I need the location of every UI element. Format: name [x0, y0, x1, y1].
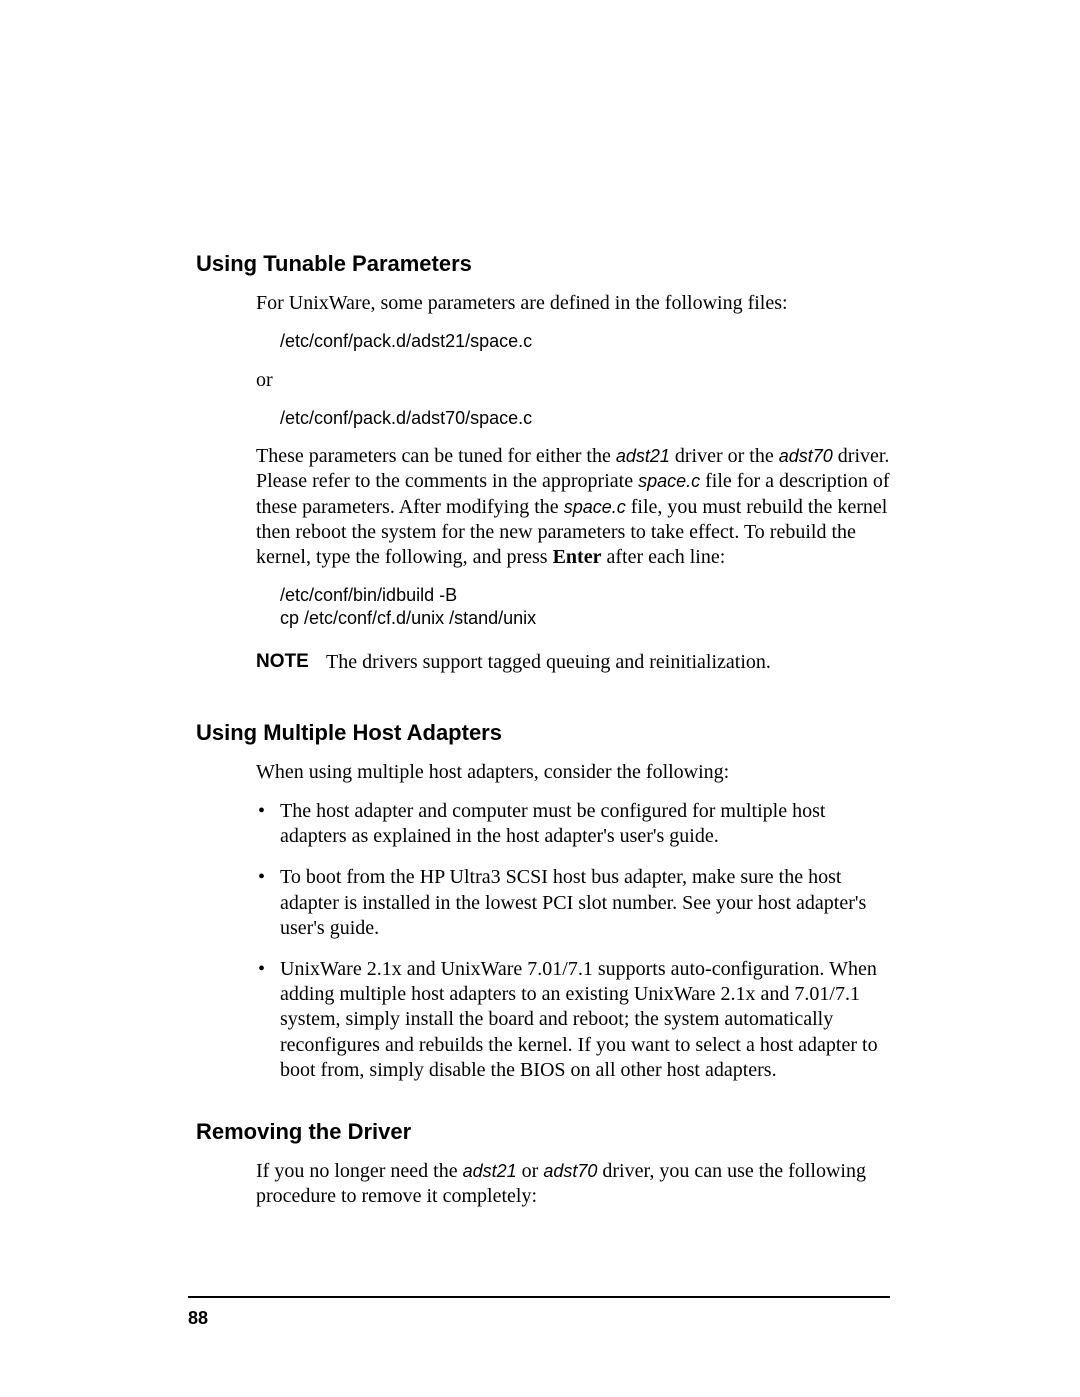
driver-name-adst70: adst70 [543, 1161, 597, 1181]
file-path-2: /etc/conf/pack.d/adst70/space.c [280, 407, 890, 430]
heading-multiple-host-adapters: Using Multiple Host Adapters [196, 720, 890, 746]
note-block: NOTE The drivers support tagged queuing … [256, 651, 890, 674]
or-text: or [256, 368, 890, 393]
driver-name-adst21: adst21 [616, 446, 670, 466]
text: or [517, 1160, 544, 1182]
sec1-intro: For UnixWare, some parameters are define… [256, 291, 890, 316]
text: driver or the [670, 445, 779, 467]
section2-body: When using multiple host adapters, consi… [256, 760, 890, 1083]
section3-body: If you no longer need the adst21 or adst… [256, 1159, 890, 1209]
text: If you no longer need the [256, 1160, 463, 1182]
sec3-para: If you no longer need the adst21 or adst… [256, 1159, 890, 1209]
driver-name-adst21: adst21 [463, 1161, 517, 1181]
heading-removing-driver: Removing the Driver [196, 1119, 890, 1145]
sec2-intro: When using multiple host adapters, consi… [256, 760, 890, 785]
sec1-para2: These parameters can be tuned for either… [256, 444, 890, 570]
sec2-bullet-list: The host adapter and computer must be co… [256, 799, 890, 1083]
list-item: The host adapter and computer must be co… [280, 799, 890, 849]
note-text: The drivers support tagged queuing and r… [326, 651, 890, 674]
list-item: UnixWare 2.1x and UnixWare 7.01/7.1 supp… [280, 957, 890, 1083]
note-label: NOTE [256, 651, 326, 674]
file-name-spacec: space.c [638, 471, 700, 491]
section1-body: For UnixWare, some parameters are define… [256, 291, 890, 674]
text: after each line: [601, 546, 725, 568]
page-number: 88 [188, 1308, 208, 1329]
footer-rule [188, 1296, 890, 1298]
key-enter: Enter [553, 546, 602, 568]
list-item: To boot from the HP Ultra3 SCSI host bus… [280, 865, 890, 941]
rebuild-commands: /etc/conf/bin/idbuild -B cp /etc/conf/cf… [280, 584, 890, 631]
text: These parameters can be tuned for either… [256, 445, 616, 467]
heading-tunable-parameters: Using Tunable Parameters [196, 251, 890, 277]
driver-name-adst70: adst70 [779, 446, 833, 466]
file-path-1: /etc/conf/pack.d/adst21/space.c [280, 330, 890, 353]
file-name-spacec: space.c [564, 497, 626, 517]
page: Using Tunable Parameters For UnixWare, s… [0, 0, 1080, 1397]
